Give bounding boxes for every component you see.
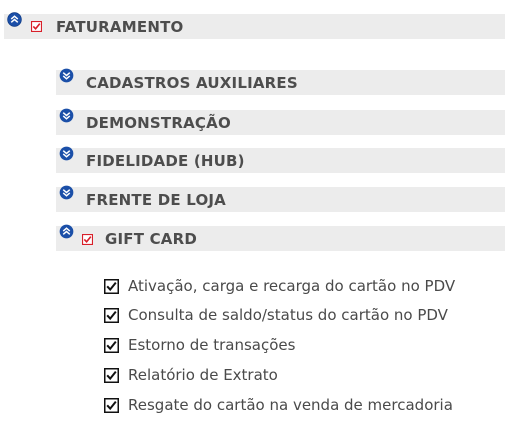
permission-item[interactable]: Relatório de Extrato xyxy=(104,364,278,386)
chevron-down-circle-icon[interactable] xyxy=(59,108,74,123)
permission-label: Relatório de Extrato xyxy=(128,366,278,384)
tree-node-label: FATURAMENTO xyxy=(56,17,184,36)
chevron-down-circle-icon[interactable] xyxy=(59,146,74,161)
tree-node-faturamento[interactable]: FATURAMENTO xyxy=(4,12,505,39)
tree-node-label: FIDELIDADE (HUB) xyxy=(86,151,245,170)
tree-node-label: FRENTE DE LOJA xyxy=(86,190,226,209)
permission-item[interactable]: Resgate do cartão na venda de mercadoria xyxy=(104,394,453,416)
red-checkbox-icon[interactable] xyxy=(82,234,93,245)
tree-node-label: CADASTROS AUXILIARES xyxy=(86,73,298,92)
tree-node-frente-de-loja[interactable]: FRENTE DE LOJA xyxy=(56,185,505,212)
tree-node-label: GIFT CARD xyxy=(105,229,198,248)
checkbox-checked-icon[interactable] xyxy=(104,397,119,413)
checkbox-checked-icon[interactable] xyxy=(104,337,119,353)
permission-item[interactable]: Consulta de saldo/status do cartão no PD… xyxy=(104,304,448,326)
chevron-up-circle-icon[interactable] xyxy=(59,224,74,239)
chevron-down-circle-icon[interactable] xyxy=(59,68,74,83)
permission-item[interactable]: Estorno de transações xyxy=(104,334,295,356)
permission-label: Resgate do cartão na venda de mercadoria xyxy=(128,396,453,414)
permission-label: Consulta de saldo/status do cartão no PD… xyxy=(128,306,448,324)
permission-item[interactable]: Ativação, carga e recarga do cartão no P… xyxy=(104,275,455,297)
chevron-up-circle-icon[interactable] xyxy=(7,12,22,27)
checkbox-checked-icon[interactable] xyxy=(104,367,119,383)
tree-node-gift-card[interactable]: GIFT CARD xyxy=(56,224,505,251)
permission-label: Ativação, carga e recarga do cartão no P… xyxy=(128,277,456,295)
red-checkbox-icon[interactable] xyxy=(31,21,42,32)
tree-node-cadastros-auxiliares[interactable]: CADASTROS AUXILIARES xyxy=(56,68,505,95)
chevron-down-circle-icon[interactable] xyxy=(59,185,74,200)
checkbox-checked-icon[interactable] xyxy=(104,307,119,323)
tree-node-fidelidade-hub[interactable]: FIDELIDADE (HUB) xyxy=(56,146,505,173)
permission-label: Estorno de transações xyxy=(128,336,296,354)
tree-node-demonstracao[interactable]: DEMONSTRAÇÃO xyxy=(56,108,505,135)
checkbox-checked-icon[interactable] xyxy=(104,278,119,294)
tree-node-label: DEMONSTRAÇÃO xyxy=(86,113,231,132)
